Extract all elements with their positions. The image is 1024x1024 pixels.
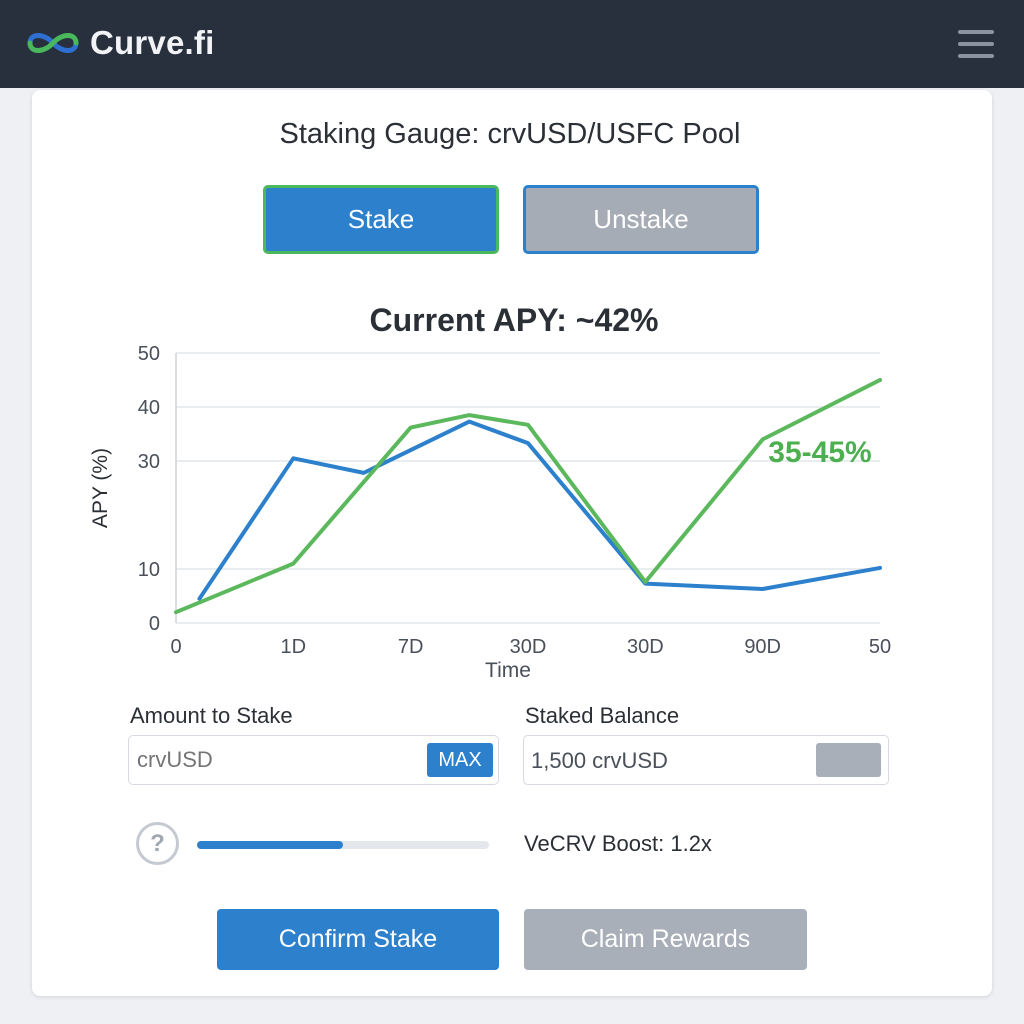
logo-text: Curve.fi xyxy=(90,24,215,61)
x-tick-label: 1D xyxy=(281,636,307,658)
x-tick-label: 30D xyxy=(510,636,547,658)
boost-slider-fill xyxy=(197,841,343,849)
y-tick-label: 50 xyxy=(138,343,160,365)
staked-balance-label: Staked Balance xyxy=(525,703,680,728)
x-tick-label: 30D xyxy=(627,636,664,658)
apy-chart: 0 10 30 40 50 0 1D 7D 30D 30D 90D 50 Time APY (%) 35-4… xyxy=(89,343,891,682)
series-line-1 xyxy=(174,378,882,615)
x-tick-label: 50 xyxy=(869,636,891,658)
y-tick-label: 0 xyxy=(149,613,160,635)
vecrv-boost-label: VeCRV Boost: 1.2x xyxy=(524,831,712,856)
tab-stake[interactable]: Stake xyxy=(263,185,499,254)
x-tick-label: 7D xyxy=(398,636,424,658)
y-tick-label: 10 xyxy=(138,559,160,581)
y-axis-label: APY (%) xyxy=(89,448,112,528)
y-tick-label: 30 xyxy=(138,451,160,473)
tab-unstake[interactable]: Unstake xyxy=(523,185,759,254)
boost-slider[interactable] xyxy=(197,841,489,849)
x-axis-label: Time xyxy=(485,659,531,682)
page-title: Staking Gauge: crvUSD/USFC Pool xyxy=(279,118,741,150)
logo[interactable]: Curve.fi xyxy=(26,24,214,62)
x-tick-label: 0 xyxy=(170,636,181,658)
max-button[interactable]: MAX xyxy=(427,743,493,777)
confirm-stake-button[interactable]: Confirm Stake xyxy=(217,909,499,970)
y-tick-label: 40 xyxy=(138,397,160,419)
help-circle-icon[interactable]: ? xyxy=(136,822,179,865)
staked-balance-value: 1,500 crvUSD xyxy=(531,748,668,773)
claim-rewards-button[interactable]: Claim Rewards xyxy=(524,909,807,970)
top-navbar: Curve.fi xyxy=(0,0,1024,88)
hamburger-menu-icon[interactable] xyxy=(958,28,996,60)
curve-logo-icon xyxy=(27,33,79,53)
x-tick-label: 90D xyxy=(744,636,781,658)
staked-balance-field: 1,500 crvUSD xyxy=(523,735,889,785)
amount-field: MAX xyxy=(128,735,499,785)
balance-action-button[interactable] xyxy=(816,743,881,777)
apy-heading: Current APY: ~42% xyxy=(369,302,659,338)
amount-input[interactable] xyxy=(129,736,419,783)
amount-label: Amount to Stake xyxy=(130,703,293,728)
apy-range-annotation: 35-45% xyxy=(768,436,871,469)
